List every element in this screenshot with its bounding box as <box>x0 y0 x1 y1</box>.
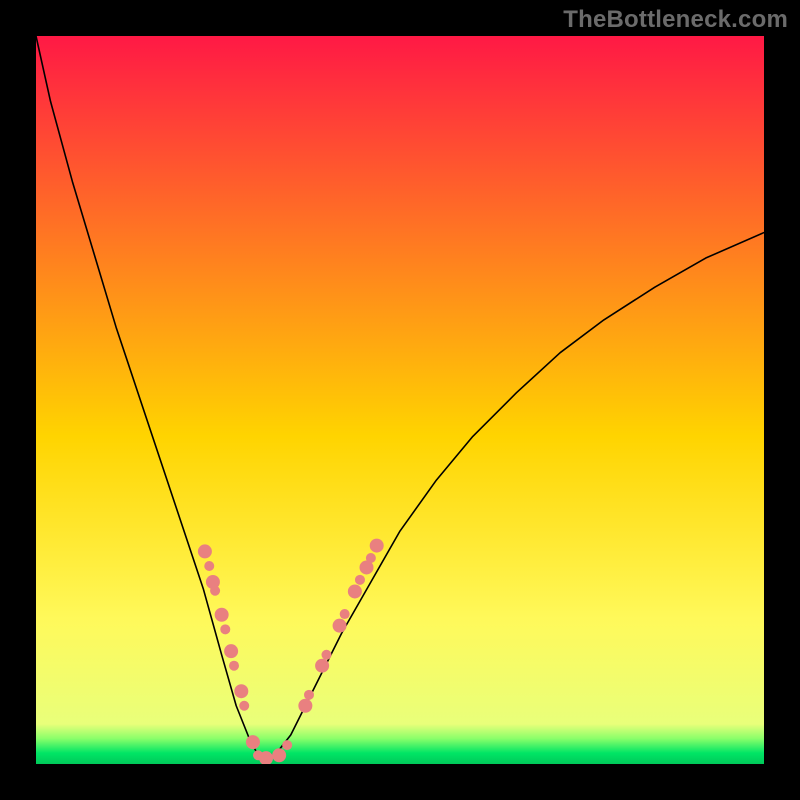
marker-dot <box>321 650 331 660</box>
marker-dot <box>234 684 248 698</box>
marker-dot <box>370 539 384 553</box>
marker-dot <box>340 609 350 619</box>
bottleneck-curve <box>36 36 764 758</box>
marker-dot <box>355 575 365 585</box>
marker-dot <box>204 561 214 571</box>
marker-dot <box>333 619 347 633</box>
marker-dot <box>229 661 239 671</box>
marker-dot <box>210 586 220 596</box>
marker-dot <box>198 544 212 558</box>
marker-dot <box>298 699 312 713</box>
chart-frame: TheBottleneck.com <box>0 0 800 800</box>
marker-dot <box>220 624 230 634</box>
marker-dot <box>272 748 286 762</box>
plot-area <box>36 36 764 764</box>
marker-dot <box>348 584 362 598</box>
marker-dot <box>239 701 249 711</box>
marker-dot <box>246 735 260 749</box>
marker-dot <box>282 740 292 750</box>
marker-dot <box>366 553 376 563</box>
watermark-text: TheBottleneck.com <box>563 6 788 34</box>
marker-dot <box>315 659 329 673</box>
marker-dots <box>198 539 384 764</box>
marker-dot <box>304 690 314 700</box>
chart-curve-layer <box>36 36 764 764</box>
marker-dot <box>224 644 238 658</box>
marker-dot <box>215 608 229 622</box>
